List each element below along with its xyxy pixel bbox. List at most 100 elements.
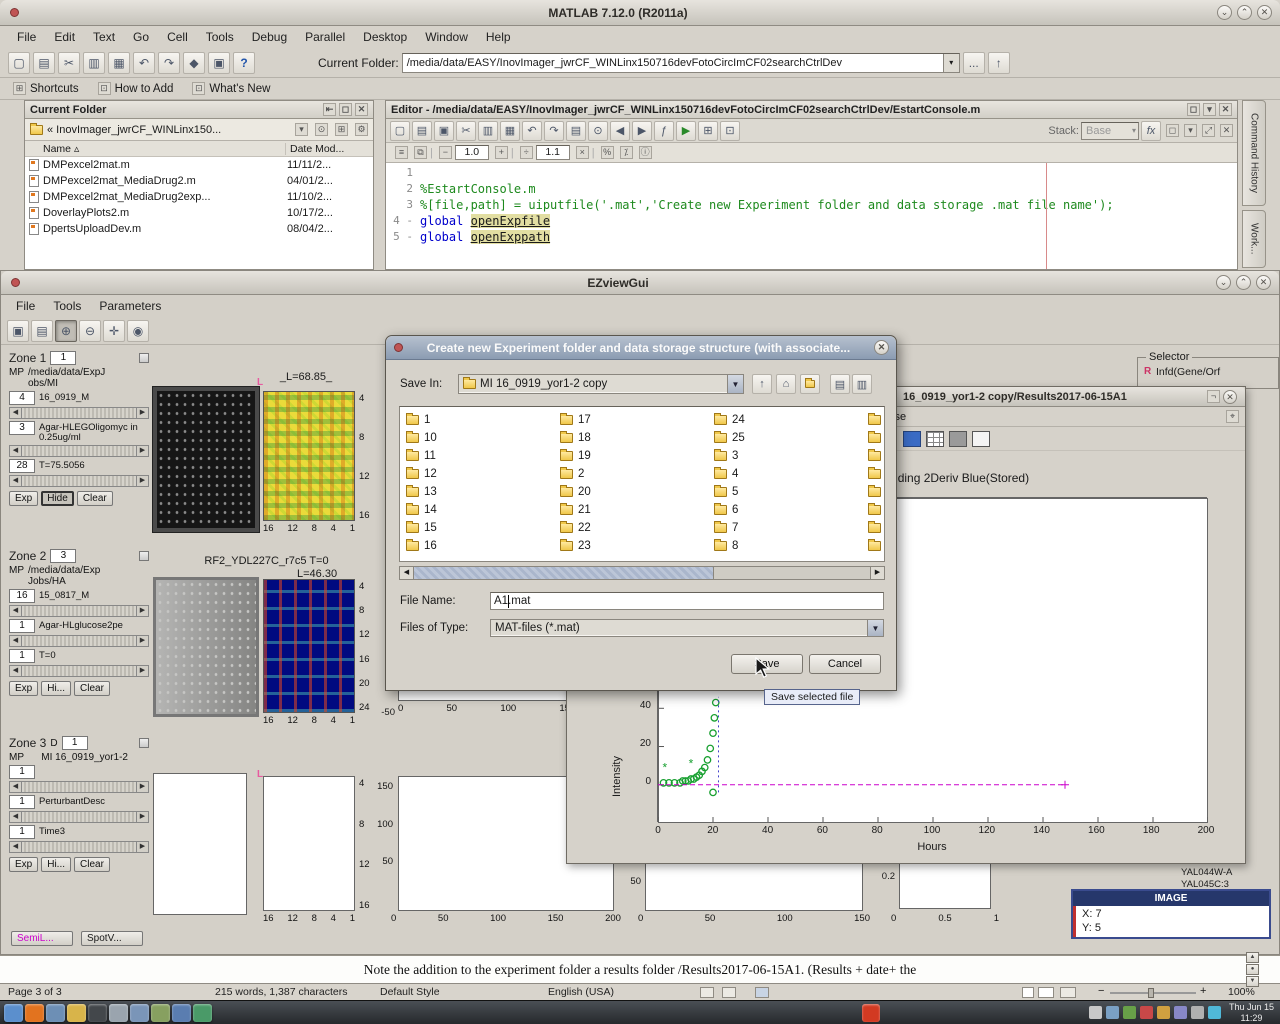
- menu-item[interactable]: Cell: [158, 27, 197, 47]
- compare-icon[interactable]: ⧉: [414, 146, 427, 159]
- redo-icon[interactable]: ↷: [158, 52, 180, 74]
- matlab-taskbar-icon[interactable]: [862, 1004, 880, 1022]
- guide-icon[interactable]: ▣: [208, 52, 230, 74]
- help-icon[interactable]: ?: [233, 52, 255, 74]
- current-folder-combo[interactable]: /media/data/EASY/InovImager_jwrCF_WINLin…: [402, 53, 960, 73]
- slider-track[interactable]: [22, 811, 136, 823]
- book-view-icon[interactable]: [1060, 987, 1076, 998]
- save-icon[interactable]: ▣: [7, 320, 29, 342]
- fx-icon[interactable]: fx: [1141, 121, 1161, 141]
- percent-uncomment-icon[interactable]: ⁒: [620, 146, 633, 159]
- view-icon[interactable]: ⊞: [335, 123, 348, 136]
- data-cursor-icon[interactable]: ◉: [127, 320, 149, 342]
- cut-icon[interactable]: ✂: [456, 121, 476, 141]
- folder-item[interactable]: 1: [406, 411, 556, 429]
- menu-item[interactable]: File: [7, 296, 44, 316]
- file-row[interactable]: DMPexcel2mat_MediaDrug2.m 04/01/2...: [25, 173, 373, 189]
- hide-button[interactable]: Hi...: [41, 857, 71, 872]
- slider-right-icon[interactable]: ▶: [136, 841, 149, 853]
- slider-right-icon[interactable]: ▶: [136, 665, 149, 677]
- slider-track[interactable]: [22, 841, 136, 853]
- clear-button[interactable]: Clear: [74, 857, 110, 872]
- screenshot-icon[interactable]: [130, 1004, 149, 1022]
- folder-item[interactable]: 25: [714, 429, 864, 447]
- new-folder-icon[interactable]: [800, 374, 820, 394]
- run-icon[interactable]: ▶: [676, 121, 696, 141]
- zone-slider[interactable]: ◀▶: [9, 475, 149, 487]
- clear-button[interactable]: Clear: [74, 681, 110, 696]
- open-file-icon[interactable]: ▤: [33, 52, 55, 74]
- clock[interactable]: Thu Jun 15 11:29: [1229, 1002, 1274, 1024]
- mail-icon[interactable]: [1140, 1006, 1153, 1019]
- folder-item[interactable]: [868, 465, 885, 483]
- app-menu-icon[interactable]: [4, 1004, 23, 1022]
- chevron-down-icon[interactable]: ▾: [943, 54, 959, 72]
- tab-command-history[interactable]: Command History: [1242, 100, 1266, 206]
- slider-track[interactable]: [22, 665, 136, 677]
- zone2-field-2[interactable]: 1: [9, 619, 35, 633]
- file-row[interactable]: DMPexcel2mat.m 11/11/2...: [25, 157, 373, 173]
- terminal-icon[interactable]: [88, 1004, 107, 1022]
- menu-item[interactable]: File: [8, 27, 45, 47]
- semil-button[interactable]: SemiL...: [11, 931, 73, 946]
- slider-left-icon[interactable]: ◀: [9, 475, 22, 487]
- slider-right-icon[interactable]: ▶: [136, 407, 149, 419]
- gene-label[interactable]: YAL044W-A: [1181, 867, 1232, 879]
- menu-item[interactable]: Debug: [243, 27, 296, 47]
- file-row[interactable]: DoverlayPlots2.m 10/17/2...: [25, 205, 373, 221]
- slider-right-icon[interactable]: ▶: [136, 445, 149, 457]
- decrease-size-icon[interactable]: −: [439, 146, 452, 159]
- folder-item[interactable]: 19: [560, 447, 710, 465]
- menu-item[interactable]: Edit: [45, 27, 84, 47]
- chevron-down-icon[interactable]: ▾: [295, 123, 308, 136]
- folder-item[interactable]: 12: [406, 465, 556, 483]
- zone-slider[interactable]: ◀▶: [9, 635, 149, 647]
- nav-up-icon[interactable]: ▲: [1246, 952, 1259, 963]
- dock-icon[interactable]: ◻: [1187, 103, 1200, 116]
- folder-item[interactable]: 17: [560, 411, 710, 429]
- increase-size-icon[interactable]: +: [495, 146, 508, 159]
- slider-left-icon[interactable]: ◀: [9, 841, 22, 853]
- forward-icon[interactable]: ▶: [632, 121, 652, 141]
- folder-item[interactable]: 15: [406, 519, 556, 537]
- copy-icon[interactable]: ▥: [83, 52, 105, 74]
- slider-left-icon[interactable]: ◀: [9, 445, 22, 457]
- current-folder-panel-header[interactable]: Current Folder ⇤ ◻ ✕: [25, 101, 373, 119]
- folder-item[interactable]: [868, 447, 885, 465]
- menu-item[interactable]: Tools: [197, 27, 243, 47]
- single-page-view-icon[interactable]: [1022, 987, 1034, 998]
- folder-item[interactable]: [868, 501, 885, 519]
- multiply-icon[interactable]: ×: [576, 146, 589, 159]
- zone2-index-field[interactable]: 3: [50, 549, 76, 563]
- folder-item[interactable]: 20: [560, 483, 710, 501]
- whats-new-link[interactable]: ⊡What's New: [189, 82, 270, 95]
- slider-track[interactable]: [22, 475, 136, 487]
- minimize-icon[interactable]: ⌄: [1216, 275, 1231, 290]
- new-file-icon[interactable]: ▢: [8, 52, 30, 74]
- writer-icon[interactable]: [172, 1004, 191, 1022]
- gray-square-icon[interactable]: [949, 431, 967, 447]
- up-level-icon[interactable]: ↑: [752, 374, 772, 394]
- zone2-field-1[interactable]: 16: [9, 589, 35, 603]
- language[interactable]: English (USA): [548, 986, 614, 998]
- network-icon[interactable]: [1106, 1006, 1119, 1019]
- breadcrumb[interactable]: « InovImager_jwrCF_WINLinx150...: [47, 124, 288, 136]
- editor-header[interactable]: Editor - /media/data/EASY/InovImager_jwr…: [386, 101, 1237, 119]
- details-view-icon[interactable]: ▥: [852, 374, 872, 394]
- firefox-icon[interactable]: [25, 1004, 44, 1022]
- zone-slider[interactable]: ◀▶: [9, 665, 149, 677]
- zone3-field-2[interactable]: 1: [9, 795, 35, 809]
- slider-left-icon[interactable]: ◀: [9, 407, 22, 419]
- zone3-field-3[interactable]: 1: [9, 825, 35, 839]
- slider-track[interactable]: [22, 635, 136, 647]
- scroll-right-icon[interactable]: ▶: [870, 567, 884, 579]
- chevron-down-icon[interactable]: ▼: [867, 620, 883, 636]
- folder-item[interactable]: [868, 519, 885, 537]
- zoom-level[interactable]: 100%: [1228, 986, 1255, 998]
- close-icon[interactable]: ✕: [1256, 275, 1271, 290]
- dialog-titlebar[interactable]: Create new Experiment folder and data st…: [386, 336, 896, 360]
- folder-item[interactable]: [868, 411, 885, 429]
- stack-combo[interactable]: Base ▾: [1081, 122, 1139, 140]
- chevron-down-icon[interactable]: ▾: [1203, 103, 1216, 116]
- clear-button[interactable]: Clear: [77, 491, 113, 506]
